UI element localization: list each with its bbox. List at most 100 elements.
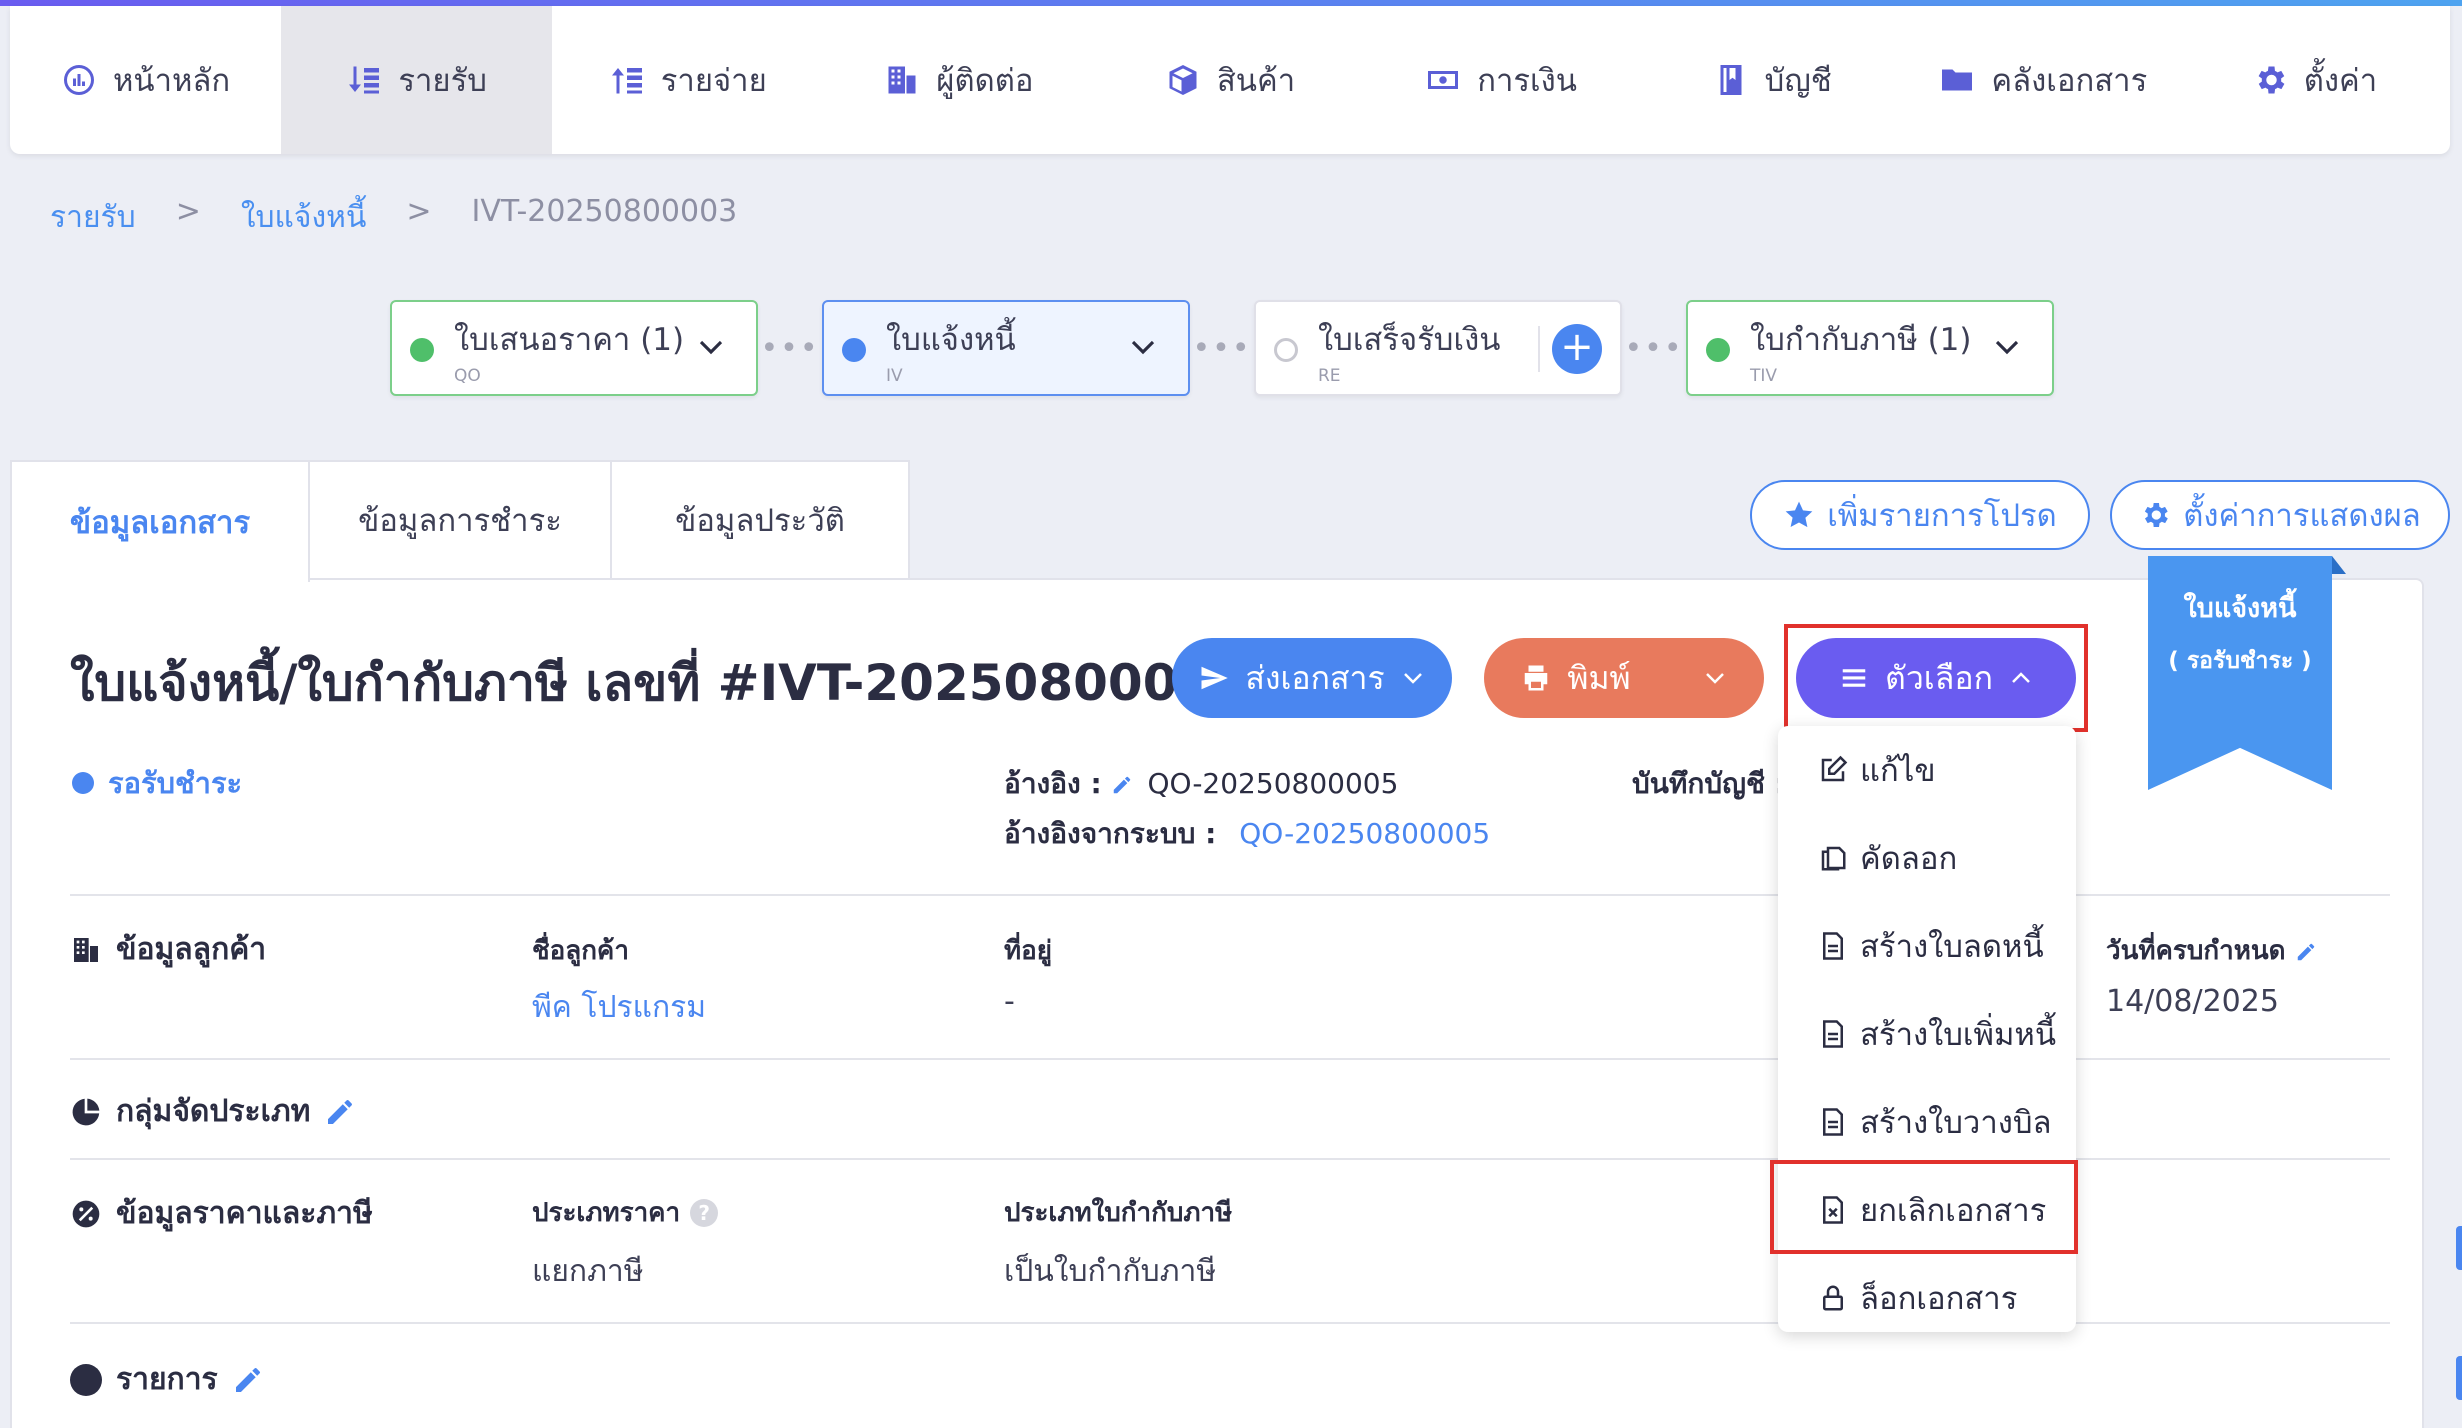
nav-item-products[interactable]: สินค้า	[1094, 6, 1365, 154]
nav-item-label: รายจ่าย	[660, 63, 767, 99]
add-receipt-button[interactable]: +	[1552, 324, 1602, 374]
price-type-label: ประเภทราคา ?	[532, 1192, 719, 1233]
address-label: ที่อยู่	[1004, 936, 1052, 966]
nav-item-income[interactable]: รายรับ	[281, 6, 553, 154]
expense-icon	[611, 68, 642, 94]
pencil-icon[interactable]	[232, 1364, 264, 1396]
customer-section-title: ข้อมูลลูกค้า	[70, 926, 266, 973]
address-value: -	[1004, 984, 1015, 1019]
status-dot	[72, 772, 94, 794]
menu-item-billing-note[interactable]: สร้างใบวางบิล	[1778, 1078, 2076, 1166]
chevron-down-icon	[1705, 673, 1724, 684]
customer-name-label: ชื่อลูกค้า	[532, 936, 629, 966]
chevron-down-icon[interactable]	[696, 332, 726, 362]
breadcrumb-current: IVT-20250800003	[471, 194, 738, 229]
display-settings-label: ตั้งค่าการแสดงผล	[2183, 498, 2421, 534]
menu-item-debit-note[interactable]: สร้างใบเพิ่มหนี้	[1778, 990, 2076, 1078]
status-dot	[1274, 338, 1298, 362]
top-nav: หน้าหลัก รายรับ รายจ่าย ผู้ติดต่อ สินค้า…	[10, 6, 2450, 154]
edit-icon	[1821, 755, 1848, 782]
income-icon	[349, 66, 380, 94]
price-type-value: แยกภาษี	[532, 1254, 644, 1289]
reference-row: อ้างอิง : QO-20250800005	[1004, 762, 1398, 806]
due-date-value: 14/08/2025	[2106, 984, 2279, 1019]
document-title: ใบแจ้งหนี้/ใบกำกับภาษี เลขที่ #IVT-20250…	[70, 654, 1248, 712]
document-icon	[1823, 1108, 1843, 1136]
tab-payment-info[interactable]: ข้อมูลการชำระ	[308, 460, 612, 578]
cancel-highlight-box	[1770, 1160, 2078, 1254]
due-date-label: วันที่ครบกำหนด	[2106, 930, 2317, 971]
flow-receipt[interactable]: ใบเสร็จรับเงิน RE +	[1254, 300, 1622, 396]
breadcrumb: รายรับ > ใบแจ้งหนี้ > IVT-20250800003	[50, 194, 737, 241]
nav-item-home[interactable]: หน้าหลัก	[10, 6, 281, 154]
nav-item-contacts[interactable]: ผู้ติดต่อ	[823, 6, 1094, 154]
document-icon	[1823, 1020, 1843, 1048]
group-section-title: กลุ่มจัดประเภท	[70, 1088, 356, 1135]
lock-icon	[1823, 1285, 1843, 1311]
pie-chart-icon	[72, 1098, 100, 1125]
flow-code: QO	[454, 366, 481, 386]
nav-item-expense[interactable]: รายจ่าย	[552, 6, 823, 154]
breadcrumb-invoice[interactable]: ใบแจ้งหนี้	[241, 194, 367, 241]
side-edge-tab[interactable]	[2456, 1226, 2462, 1270]
nav-item-documents[interactable]: คลังเอกสาร	[1908, 6, 2179, 154]
flow-label: ใบกำกับภาษี (1)	[1750, 322, 1972, 358]
display-settings-button[interactable]: ตั้งค่าการแสดงผล	[2110, 480, 2450, 550]
nav-item-finance[interactable]: การเงิน	[1366, 6, 1637, 154]
chevron-down-icon[interactable]	[1128, 332, 1158, 362]
add-favorite-label: เพิ่มรายการโปรด	[1827, 498, 2057, 534]
percent-badge-icon	[72, 1200, 100, 1227]
tab-doc-info[interactable]: ข้อมูลเอกสาร	[10, 460, 310, 582]
breadcrumb-income[interactable]: รายรับ	[50, 194, 136, 241]
side-edge-tab[interactable]	[2456, 1356, 2462, 1400]
menu-item-edit[interactable]: แก้ไข	[1778, 726, 2076, 814]
send-label: ส่งเอกสาร	[1245, 658, 1385, 697]
flow-label: ใบเสร็จรับเงิน	[1318, 322, 1501, 358]
ledger-label: บันทึกบัญชี :	[1632, 767, 1786, 800]
reference-value: QO-20250800005	[1147, 767, 1399, 800]
nav-item-label: หน้าหลัก	[112, 63, 231, 99]
tax-type-label: ประเภทใบกำกับภาษี	[1004, 1198, 1233, 1228]
page-title: ใบแจ้งหนี้/ใบกำกับภาษี เลขที่ #IVT-20250…	[70, 644, 1279, 723]
menu-item-lock-document[interactable]: ล็อกเอกสาร	[1778, 1254, 2076, 1342]
reference-label: อ้างอิง :	[1004, 767, 1102, 800]
star-icon	[1785, 501, 1813, 528]
flow-connector: •••	[1624, 330, 1684, 366]
flow-connector: •••	[760, 330, 820, 366]
pencil-icon[interactable]	[1111, 774, 1133, 796]
chevron-down-icon[interactable]	[1992, 332, 2022, 362]
nav-item-label: การเงิน	[1477, 63, 1577, 99]
nav-item-settings[interactable]: ตั้งค่า	[2179, 6, 2450, 154]
flow-label: ใบแจ้งหนี้	[886, 322, 1016, 358]
customer-name-link[interactable]: พีค โปรแกรม	[532, 984, 706, 1031]
gear-icon	[2145, 503, 2169, 527]
nav-item-label: รายรับ	[398, 63, 487, 99]
flow-quotation[interactable]: ใบเสนอราคา (1) QO	[390, 300, 758, 396]
menu-item-credit-note[interactable]: สร้างใบลดหนี้	[1778, 902, 2076, 990]
system-reference-link[interactable]: QO-20250800005	[1239, 817, 1490, 850]
pencil-icon[interactable]	[2295, 941, 2317, 963]
nav-item-label: คลังเอกสาร	[1991, 63, 2148, 99]
print-label: พิมพ์	[1567, 658, 1631, 697]
menu-item-label: คัดลอก	[1860, 841, 1958, 877]
nav-item-accounting[interactable]: บัญชี	[1637, 6, 1908, 154]
folder-icon	[1942, 69, 1973, 91]
flow-tax-invoice[interactable]: ใบกำกับภาษี (1) TIV	[1686, 300, 2054, 396]
send-document-button[interactable]: ส่งเอกสาร	[1172, 638, 1452, 718]
pencil-icon[interactable]	[324, 1096, 356, 1128]
add-favorite-button[interactable]: เพิ่มรายการโปรด	[1750, 480, 2090, 550]
flow-invoice[interactable]: ใบแจ้งหนี้ IV	[822, 300, 1190, 396]
menu-item-label: สร้างใบวางบิล	[1860, 1105, 2052, 1141]
status-badge: รอรับชำระ	[72, 760, 242, 806]
flow-code: RE	[1318, 366, 1341, 386]
divider	[1538, 326, 1540, 372]
nav-item-label: บัญชี	[1764, 63, 1832, 99]
customer-section-label: ข้อมูลลูกค้า	[116, 932, 267, 967]
menu-item-copy[interactable]: คัดลอก	[1778, 814, 2076, 902]
print-button[interactable]: พิมพ์	[1484, 638, 1764, 718]
help-icon[interactable]: ?	[690, 1198, 719, 1227]
ribbon-fold	[2332, 556, 2346, 574]
tab-history-info[interactable]: ข้อมูลประวัติ	[610, 460, 910, 578]
ribbon-status: ( รอรับชำระ )	[2168, 648, 2312, 674]
breadcrumb-separator: >	[406, 194, 432, 229]
